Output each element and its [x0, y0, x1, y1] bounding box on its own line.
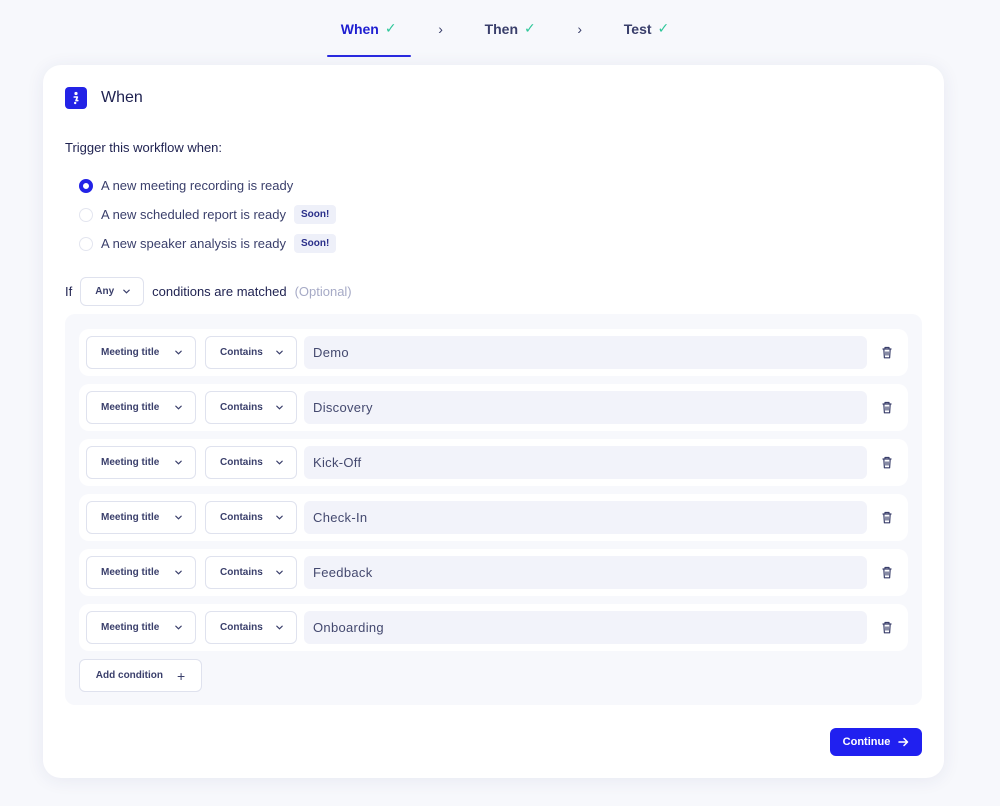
operator-value: Contains — [220, 402, 263, 413]
match-mode-select[interactable]: Any — [80, 277, 145, 306]
step-label: When — [340, 20, 379, 37]
chevron-down-icon — [276, 570, 283, 575]
trash-icon[interactable] — [879, 619, 895, 636]
field-value: Meeting title — [101, 402, 160, 413]
trash-icon[interactable] — [879, 509, 895, 526]
field-value: Meeting title — [101, 622, 160, 633]
chevron-down-icon — [276, 460, 283, 465]
workflow-icon — [65, 87, 87, 109]
chevron-down-icon — [175, 625, 182, 630]
stepper: When ✓ › Then ✓ › Test ✓ — [0, 0, 1000, 62]
chevron-down-icon — [175, 350, 182, 355]
add-condition-button[interactable]: Add condition + — [79, 659, 202, 692]
check-icon: ✓ — [384, 20, 397, 36]
field-value: Meeting title — [101, 567, 160, 578]
operator-select[interactable]: Contains — [205, 446, 297, 479]
trash-icon[interactable] — [879, 399, 895, 416]
condition-row: Meeting title Contains Kick-Off — [79, 439, 908, 486]
field-select[interactable]: Meeting title — [86, 501, 196, 534]
arrow-right-icon — [898, 737, 909, 747]
chevron-down-icon — [175, 515, 182, 520]
trash-icon[interactable] — [879, 454, 895, 471]
match-row: If Any conditions are matched (Optional) — [65, 277, 352, 306]
card-title: When — [101, 89, 143, 106]
if-label: If — [65, 284, 73, 299]
field-select[interactable]: Meeting title — [86, 446, 196, 479]
operator-value: Contains — [220, 512, 263, 523]
soon-badge: Soon! — [294, 205, 337, 224]
plus-icon: + — [177, 667, 186, 684]
check-icon: ✓ — [524, 20, 536, 36]
chevron-right-icon: › — [577, 20, 583, 37]
field-select[interactable]: Meeting title — [86, 391, 196, 424]
check-icon: ✓ — [657, 20, 670, 36]
radio-button[interactable] — [79, 178, 93, 193]
radio-button[interactable] — [79, 236, 93, 251]
step-test[interactable]: Test ✓ — [610, 0, 683, 57]
field-select[interactable]: Meeting title — [86, 336, 196, 369]
condition-row: Meeting title Contains Feedback — [79, 549, 908, 596]
step-label: Test — [623, 20, 652, 37]
trash-icon[interactable] — [879, 344, 895, 361]
card-header: When — [65, 87, 143, 109]
field-select[interactable]: Meeting title — [86, 556, 196, 589]
field-select[interactable]: Meeting title — [86, 611, 196, 644]
field-value: Meeting title — [101, 512, 160, 523]
operator-select[interactable]: Contains — [205, 556, 297, 589]
operator-value: Contains — [220, 457, 263, 468]
match-mode-value: Any — [95, 286, 115, 297]
step-label: Then — [484, 20, 519, 37]
trigger-option-label: A new scheduled report is ready — [101, 207, 286, 222]
operator-select[interactable]: Contains — [205, 336, 297, 369]
operator-select[interactable]: Contains — [205, 391, 297, 424]
condition-row: Meeting title Contains Discovery — [79, 384, 908, 431]
trigger-option-report[interactable]: A new scheduled report is ready Soon! — [79, 200, 337, 229]
trigger-option-label: A new speaker analysis is ready — [101, 236, 286, 251]
operator-value: Contains — [220, 347, 263, 358]
step-when[interactable]: When ✓ — [326, 0, 411, 57]
trigger-option-speaker[interactable]: A new speaker analysis is ready Soon! — [79, 229, 337, 258]
condition-value-input[interactable]: Kick-Off — [304, 446, 867, 479]
condition-value-input[interactable]: Demo — [304, 336, 867, 369]
condition-value-input[interactable]: Discovery — [304, 391, 867, 424]
conditions-panel: Meeting title Contains Demo Meeting titl… — [65, 314, 922, 705]
condition-row: Meeting title Contains Demo — [79, 329, 908, 376]
chevron-right-icon: › — [438, 20, 443, 37]
operator-value: Contains — [220, 622, 263, 633]
trash-icon[interactable] — [879, 564, 895, 581]
field-value: Meeting title — [101, 347, 160, 358]
chevron-down-icon — [276, 405, 283, 410]
chevron-down-icon — [175, 570, 182, 575]
condition-row: Meeting title Contains Onboarding — [79, 604, 908, 651]
condition-row: Meeting title Contains Check-In — [79, 494, 908, 541]
optional-label: (Optional) — [294, 284, 352, 299]
continue-label: Continue — [842, 736, 891, 748]
chevron-down-icon — [276, 350, 283, 355]
trigger-radio-group: A new meeting recording is ready A new s… — [79, 171, 337, 258]
trigger-label: Trigger this workflow when: — [65, 140, 223, 155]
when-card: When Trigger this workflow when: A new m… — [43, 65, 944, 778]
condition-value-input[interactable]: Feedback — [304, 556, 867, 589]
soon-badge: Soon! — [293, 234, 337, 253]
match-suffix: conditions are matched — [152, 284, 287, 299]
continue-button[interactable]: Continue — [830, 728, 922, 756]
step-then[interactable]: Then ✓ — [471, 0, 550, 57]
trigger-option-label: A new meeting recording is ready — [101, 178, 294, 193]
radio-button[interactable] — [79, 207, 93, 222]
operator-value: Contains — [220, 567, 263, 578]
operator-select[interactable]: Contains — [205, 611, 297, 644]
chevron-down-icon — [175, 405, 182, 410]
condition-value-input[interactable]: Check-In — [304, 501, 867, 534]
chevron-down-icon — [276, 625, 283, 630]
chevron-down-icon — [276, 515, 283, 520]
field-value: Meeting title — [101, 457, 160, 468]
chevron-down-icon — [175, 460, 182, 465]
trigger-option-recording[interactable]: A new meeting recording is ready — [79, 171, 336, 200]
chevron-down-icon — [123, 289, 130, 294]
operator-select[interactable]: Contains — [205, 501, 297, 534]
add-condition-label: Add condition — [95, 670, 164, 681]
condition-value-input[interactable]: Onboarding — [304, 611, 867, 644]
